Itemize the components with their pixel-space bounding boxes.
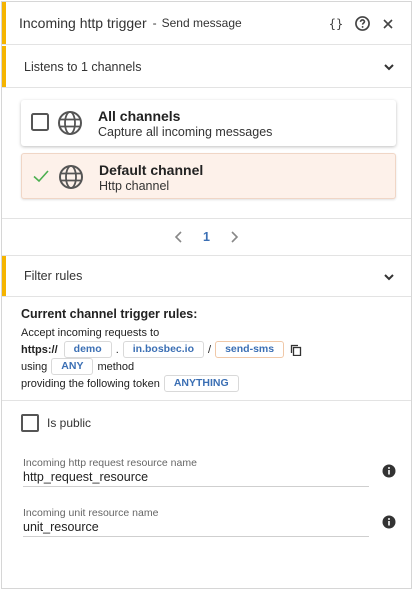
- trigger-rules: Current channel trigger rules: Accept in…: [21, 307, 401, 392]
- using-text: using: [21, 360, 48, 373]
- channel-subtitle: Capture all incoming messages: [98, 125, 273, 139]
- chevron-down-icon: [384, 64, 394, 71]
- accept-text: Accept incoming requests to: [21, 326, 160, 339]
- filter-accent-bar: [2, 255, 6, 297]
- is-public-row[interactable]: Is public: [21, 414, 91, 432]
- slash-text: /: [208, 343, 212, 356]
- panel-subtitle: Send message: [161, 16, 242, 30]
- http-resource-field[interactable]: Incoming http request resource name: [23, 457, 369, 487]
- method-tag[interactable]: ANY: [51, 358, 94, 375]
- help-icon: [354, 16, 370, 31]
- panel-header: Incoming http trigger - Send message {}: [2, 2, 411, 45]
- header-accent-bar: [2, 2, 6, 45]
- http-resource-input[interactable]: [23, 470, 363, 484]
- domain-tag[interactable]: in.bosbec.io: [122, 341, 205, 358]
- chevron-down-icon: [384, 274, 394, 281]
- header-actions: {}: [323, 2, 401, 45]
- channel-pager: 1: [2, 218, 411, 254]
- help-button[interactable]: [349, 11, 375, 37]
- json-view-button[interactable]: {}: [323, 11, 349, 37]
- unit-resource-label: Incoming unit resource name: [23, 507, 159, 519]
- token-text: providing the following token: [21, 377, 160, 390]
- channels-accent-bar: [2, 46, 6, 88]
- checkmark-icon[interactable]: [32, 167, 50, 185]
- globe-icon: [59, 165, 83, 189]
- channels-section-header[interactable]: Listens to 1 channels: [2, 46, 411, 88]
- close-button[interactable]: [375, 11, 401, 37]
- http-resource-label: Incoming http request resource name: [23, 457, 197, 469]
- copy-icon[interactable]: [290, 344, 302, 356]
- panel-title: Incoming http trigger: [19, 15, 147, 31]
- trigger-panel: Incoming http trigger - Send message {}: [1, 1, 412, 589]
- channels-section-label: Listens to 1 channels: [24, 59, 142, 74]
- info-icon[interactable]: [382, 515, 396, 529]
- page-number[interactable]: 1: [203, 230, 210, 244]
- token-tag[interactable]: ANYTHING: [163, 375, 239, 392]
- close-icon: [383, 18, 393, 29]
- path-tag[interactable]: send-sms: [215, 341, 285, 358]
- rules-accept-line: Accept incoming requests to: [21, 324, 401, 341]
- checkbox-unchecked-icon[interactable]: [31, 113, 49, 131]
- unit-resource-field[interactable]: Incoming unit resource name: [23, 507, 369, 537]
- channel-card-default[interactable]: Default channel Http channel: [21, 153, 396, 199]
- channel-card-all[interactable]: All channels Capture all incoming messag…: [21, 100, 396, 146]
- rules-method-line: using ANY method: [21, 358, 401, 375]
- dot-text: .: [115, 343, 119, 356]
- subdomain-tag[interactable]: demo: [63, 341, 112, 358]
- unit-resource-input[interactable]: [23, 520, 363, 534]
- chevron-right-icon: [231, 230, 239, 243]
- globe-icon: [58, 111, 82, 135]
- is-public-label: Is public: [47, 416, 92, 430]
- channel-subtitle: Http channel: [99, 179, 170, 193]
- braces-icon: {}: [328, 16, 344, 31]
- channel-title: Default channel: [99, 162, 204, 178]
- channel-title: All channels: [98, 108, 181, 124]
- method-text: method: [97, 360, 135, 373]
- title-separator: -: [152, 16, 157, 30]
- protocol-text: https://: [21, 343, 58, 356]
- prev-page-button[interactable]: [169, 227, 189, 247]
- chevron-left-icon: [174, 230, 182, 243]
- section-divider: [2, 400, 411, 401]
- filter-section-header[interactable]: Filter rules: [2, 255, 411, 297]
- rules-token-line: providing the following token ANYTHING: [21, 375, 401, 392]
- rules-url-line: https:// demo . in.bosbec.io / send-sms: [21, 341, 401, 358]
- is-public-checkbox[interactable]: [21, 414, 39, 432]
- filter-section-label: Filter rules: [24, 269, 83, 283]
- rules-title: Current channel trigger rules:: [21, 307, 198, 321]
- next-page-button[interactable]: [224, 227, 244, 247]
- info-icon[interactable]: [382, 464, 396, 478]
